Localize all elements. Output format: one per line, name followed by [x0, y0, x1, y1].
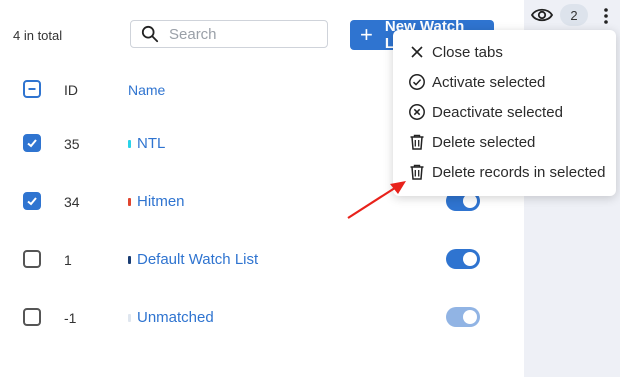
row-name-link[interactable]: Unmatched — [128, 309, 214, 326]
checkmark-icon — [27, 139, 37, 148]
row-name: Hitmen — [137, 193, 185, 210]
menu-item-label: Deactivate selected — [432, 103, 563, 121]
select-all-checkbox[interactable] — [23, 80, 41, 98]
search-input[interactable] — [167, 24, 321, 44]
row-name: NTL — [137, 135, 166, 152]
row-checkbox[interactable] — [23, 250, 41, 268]
row-id: 1 — [64, 252, 72, 268]
search-icon — [141, 25, 159, 43]
menu-item-delete-records-in-selected[interactable]: Delete records in selected — [393, 157, 616, 187]
enabled-toggle[interactable] — [446, 307, 480, 327]
column-header-id[interactable]: ID — [64, 82, 78, 98]
menu-item-label: Activate selected — [432, 73, 546, 91]
enabled-toggle[interactable] — [446, 249, 480, 269]
search-box[interactable] — [130, 20, 328, 48]
eye-icon[interactable] — [531, 6, 553, 24]
row-checkbox[interactable] — [23, 134, 41, 152]
color-swatch — [128, 255, 131, 264]
row-name: Default Watch List — [137, 251, 259, 268]
row-checkbox[interactable] — [23, 308, 41, 326]
color-swatch — [128, 313, 131, 322]
menu-item-close-tabs[interactable]: Close tabs — [393, 37, 616, 67]
selected-count-badge[interactable]: 2 — [560, 4, 588, 26]
menu-item-deactivate-selected[interactable]: Deactivate selected — [393, 97, 616, 127]
row-name-link[interactable]: Hitmen — [128, 193, 185, 210]
more-options-icon[interactable] — [600, 6, 612, 26]
row-checkbox[interactable] — [23, 192, 41, 210]
menu-item-label: Delete records in selected — [432, 163, 606, 181]
bulk-actions-menu: Close tabs Activate selected Deactivate … — [393, 30, 616, 196]
check-circle-icon — [409, 74, 425, 90]
total-count: 4 in total — [13, 28, 63, 43]
row-name-link[interactable]: NTL — [128, 135, 165, 152]
minus-icon — [28, 88, 36, 90]
annotation-arrow-icon — [347, 181, 406, 219]
trash-icon — [410, 164, 424, 180]
row-name-link[interactable]: Default Watch List — [128, 251, 258, 268]
trash-icon — [410, 134, 424, 150]
menu-item-label: Close tabs — [432, 43, 503, 61]
row-id: -1 — [64, 310, 77, 326]
column-header-name[interactable]: Name — [128, 82, 165, 98]
menu-item-label: Delete selected — [432, 133, 536, 151]
plus-icon: + — [360, 22, 373, 47]
checkmark-icon — [27, 197, 37, 206]
menu-item-delete-selected[interactable]: Delete selected — [393, 127, 616, 157]
x-circle-icon — [409, 104, 425, 120]
color-swatch — [128, 139, 131, 148]
row-id: 35 — [64, 136, 80, 152]
table-row: -1 Unmatched — [0, 288, 524, 346]
menu-item-activate-selected[interactable]: Activate selected — [393, 67, 616, 97]
row-name: Unmatched — [137, 309, 214, 326]
color-swatch — [128, 197, 131, 206]
close-icon — [411, 46, 423, 58]
table-row: 1 Default Watch List — [0, 230, 524, 288]
row-id: 34 — [64, 194, 80, 210]
